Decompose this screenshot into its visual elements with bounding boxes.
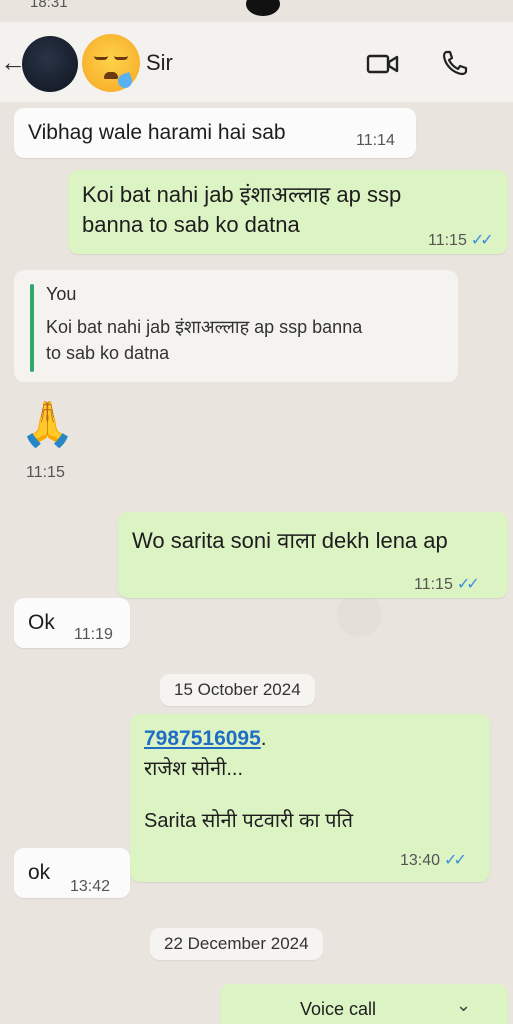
- quoted-reply[interactable]: You Koi bat nahi jab इंशाअल्लाह ap ssp b…: [14, 270, 458, 382]
- quote-text: Koi bat nahi jab इंशाअल्लाह ap ssp banna…: [46, 317, 363, 363]
- message-time: 11:15 ✓✓: [428, 232, 494, 249]
- message-time: 11:15 ✓✓: [414, 576, 480, 593]
- message-text: Ok: [28, 611, 55, 634]
- phone-call-icon[interactable]: [440, 48, 470, 78]
- quote-bar: [30, 284, 34, 372]
- message-incoming[interactable]: Vibhag wale harami hai sab 11:14: [14, 108, 416, 158]
- message-text: ok: [28, 861, 51, 884]
- read-ticks-icon: ✓✓: [444, 852, 467, 869]
- message-text-line: Sarita सोनी पटवारी का पति: [144, 810, 354, 832]
- message-text: Vibhag wale harami hai sab: [28, 121, 286, 144]
- message-text: Wo sarita soni वाला dekh lena ap: [132, 528, 448, 553]
- back-arrow-icon[interactable]: ←: [0, 49, 26, 75]
- message-time: 13:40 ✓✓: [400, 852, 467, 869]
- message-incoming[interactable]: Ok 11:19: [14, 598, 130, 648]
- date-divider: 15 October 2024: [160, 674, 315, 706]
- phone-number-link[interactable]: 7987516095: [144, 727, 261, 750]
- message-text-line: राजेश सोनी...: [144, 758, 244, 780]
- voice-call-label: Voice call: [300, 999, 377, 1019]
- read-ticks-icon: ✓✓: [470, 232, 494, 249]
- video-call-icon[interactable]: [366, 52, 400, 76]
- contact-name[interactable]: Sir: [146, 50, 173, 76]
- chevron-down-icon[interactable]: ⌄: [456, 990, 471, 1020]
- message-outgoing[interactable]: Voice call ⌄: [220, 984, 508, 1024]
- sleepy-face-icon: [82, 34, 140, 92]
- quote-author: You: [46, 284, 77, 304]
- message-outgoing[interactable]: Wo sarita soni वाला dekh lena ap 11:15 ✓✓: [118, 512, 508, 598]
- status-time: 18:31: [30, 0, 68, 11]
- date-divider: 22 December 2024: [150, 928, 323, 960]
- front-camera: [246, 0, 280, 16]
- chat-header: ← Sir: [0, 22, 513, 102]
- message-time: 13:42: [70, 878, 111, 895]
- message-text-line: 7987516095.: [144, 727, 267, 750]
- status-bar: 18:31: [0, 0, 513, 22]
- message-time: 11:14: [356, 132, 395, 149]
- folded-hands-icon: 🙏: [20, 400, 75, 449]
- message-time: 11:15: [26, 464, 65, 481]
- avatar[interactable]: [22, 36, 78, 92]
- read-ticks-icon: ✓✓: [456, 576, 480, 593]
- message-outgoing[interactable]: Koi bat nahi jab इंशाअल्लाह ap ssp banna…: [68, 170, 508, 254]
- message-outgoing[interactable]: 7987516095. राजेश सोनी... Sarita सोनी पट…: [130, 714, 490, 882]
- message-incoming[interactable]: ok 13:42: [14, 848, 130, 898]
- message-text-line: Koi bat nahi jab इंशाअल्लाह ap ssp: [82, 182, 402, 207]
- message-time: 11:19: [74, 626, 113, 643]
